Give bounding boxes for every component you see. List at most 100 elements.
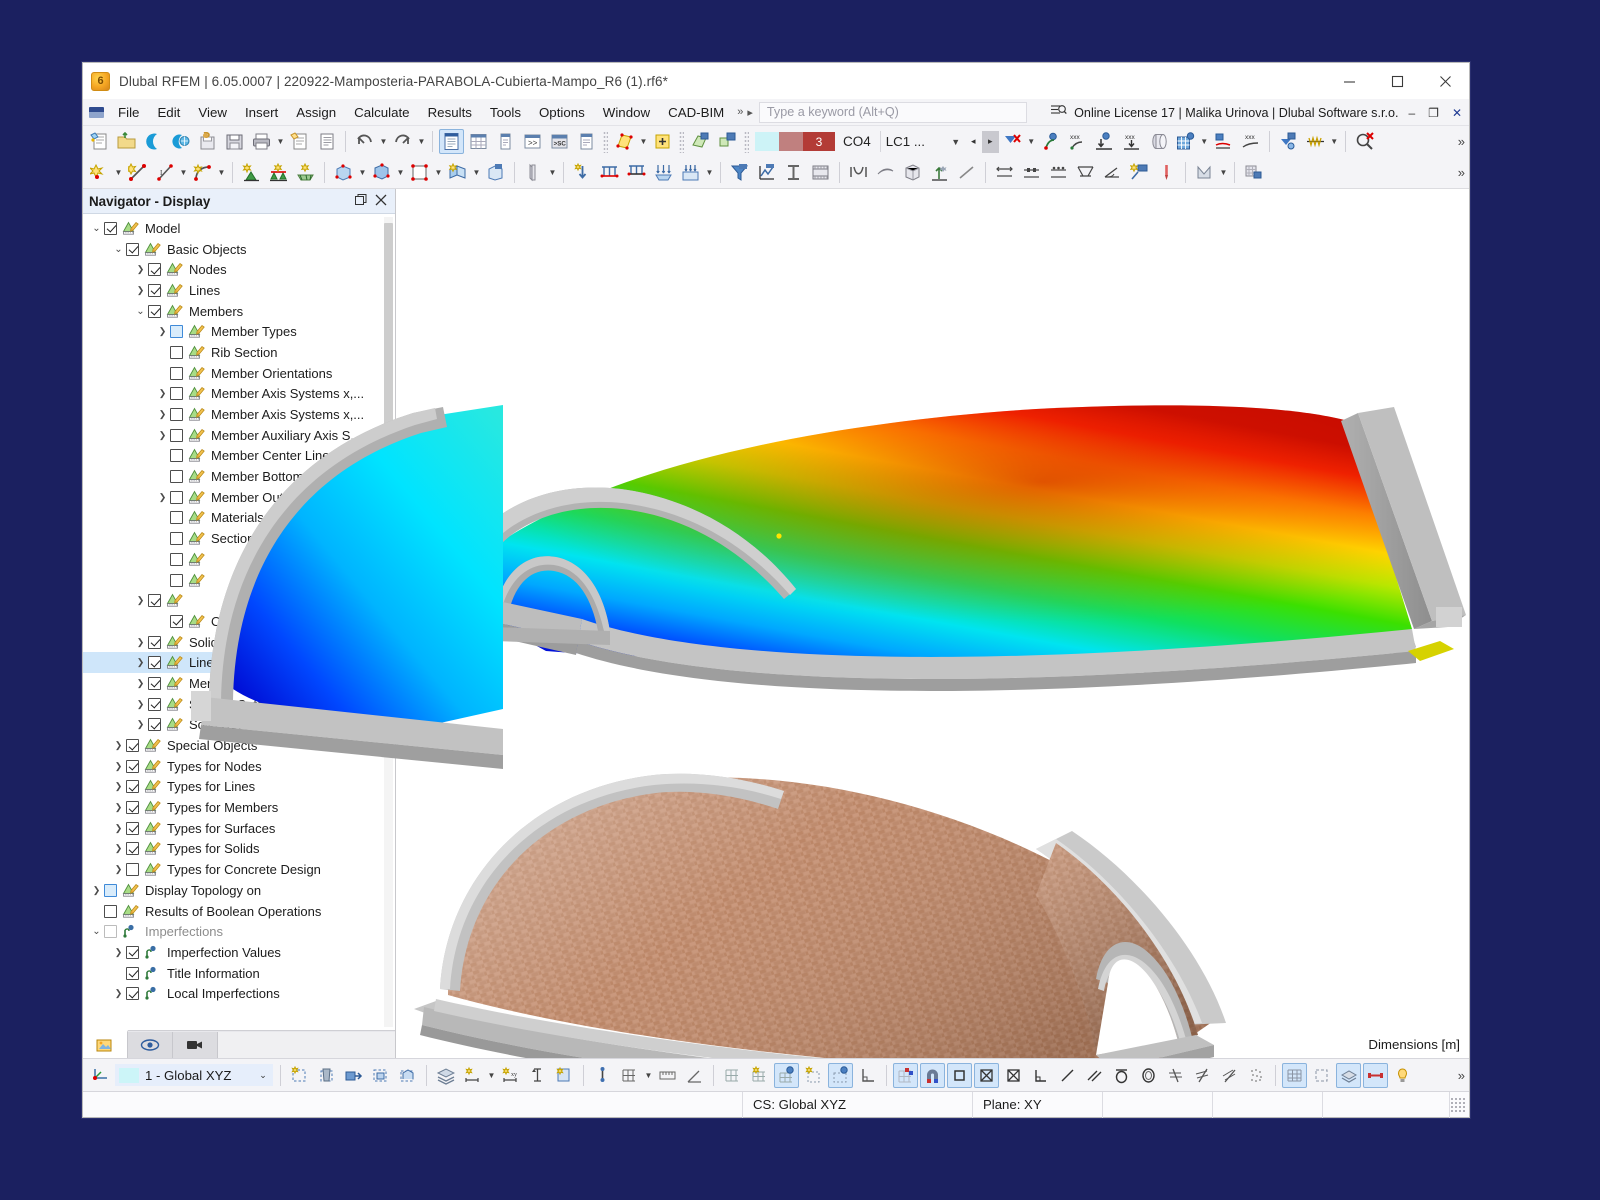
cube-icon[interactable] bbox=[900, 160, 925, 185]
dimension-dots-icon[interactable] bbox=[1046, 160, 1071, 185]
opening-dropdown-caret[interactable]: ▼ bbox=[433, 160, 444, 185]
tree-item-checkbox[interactable] bbox=[170, 325, 183, 339]
tree-item-nodes[interactable]: ❯ Nodes bbox=[83, 259, 395, 280]
menu-overflow-icon[interactable]: » ▸ bbox=[733, 106, 757, 119]
tree-item-checkbox[interactable] bbox=[104, 925, 117, 939]
undock-icon[interactable] bbox=[351, 193, 371, 209]
tree-item[interactable]: ❯ bbox=[83, 590, 395, 611]
add-object-icon[interactable] bbox=[650, 129, 675, 154]
tree-item-member-axis-systems-x[interactable]: ❯ Member Axis Systems x,... bbox=[83, 404, 395, 425]
report-icon[interactable] bbox=[314, 129, 339, 154]
views-navigator-tab[interactable] bbox=[173, 1032, 218, 1058]
dim-x-icon[interactable] bbox=[460, 1063, 485, 1088]
tree-item-checkbox[interactable] bbox=[170, 552, 183, 566]
tree-item-checkbox[interactable] bbox=[148, 594, 161, 608]
tree-item-imperfection-values[interactable]: ❯ Imperfection Values bbox=[83, 942, 395, 963]
member-icon[interactable] bbox=[445, 160, 470, 185]
value-xxx-icon-1[interactable]: xxx bbox=[1065, 129, 1090, 154]
cloud-model-icon[interactable] bbox=[168, 129, 193, 154]
section-view-bottom-icon[interactable] bbox=[395, 1063, 420, 1088]
arc-dropdown-caret[interactable]: ▼ bbox=[216, 160, 227, 185]
tree-item-checkbox[interactable] bbox=[104, 883, 117, 897]
point-snap-icon[interactable] bbox=[590, 1063, 615, 1088]
block-icon[interactable] bbox=[483, 160, 508, 185]
tree-item-checkbox[interactable] bbox=[148, 635, 161, 649]
navigator-tree[interactable]: ⌄ Model ⌄ Basic Objects ❯ Nodes ❯ Lines ⌄ Members… bbox=[83, 214, 395, 1030]
intersect-1-icon[interactable] bbox=[1163, 1063, 1188, 1088]
redo-icon[interactable] bbox=[390, 129, 415, 154]
close-icon[interactable] bbox=[1421, 63, 1469, 99]
save-icon[interactable] bbox=[222, 129, 247, 154]
display-navigator-tab[interactable] bbox=[128, 1032, 173, 1058]
chevron-right-icon[interactable]: ❯ bbox=[111, 864, 126, 875]
tree-item[interactable] bbox=[83, 570, 395, 591]
line-dropdown-caret[interactable]: ▼ bbox=[178, 160, 189, 185]
tree-item-checkbox[interactable] bbox=[148, 697, 161, 711]
tree-item-checkbox[interactable] bbox=[126, 863, 139, 877]
line-snap-icon[interactable] bbox=[1055, 1063, 1080, 1088]
menu-tools[interactable]: Tools bbox=[481, 102, 530, 123]
support-node-icon[interactable] bbox=[239, 160, 264, 185]
tree-item-member-auxiliary-axis-s[interactable]: ❯ Member Auxiliary Axis S... bbox=[83, 425, 395, 446]
open-folder-icon[interactable] bbox=[114, 129, 139, 154]
menu-insert[interactable]: Insert bbox=[236, 102, 287, 123]
delete-view-icon[interactable] bbox=[314, 1063, 339, 1088]
result-beam-icon[interactable] bbox=[1276, 129, 1301, 154]
center-snap-icon[interactable] bbox=[974, 1062, 999, 1088]
dimension-angle-icon[interactable] bbox=[1073, 160, 1098, 185]
magnet-snap-icon[interactable] bbox=[920, 1062, 945, 1088]
load-case-combo[interactable]: LC1 ... bbox=[879, 131, 947, 152]
visibility-icon[interactable] bbox=[525, 1063, 550, 1088]
deformation-dropdown-caret[interactable]: ▼ bbox=[1026, 129, 1037, 154]
tree-item-materials[interactable]: Materials bbox=[83, 508, 395, 529]
prev-case-icon[interactable]: ◂ bbox=[965, 131, 982, 153]
dimension-l-icon[interactable] bbox=[1019, 160, 1044, 185]
chevron-right-icon[interactable]: ❯ bbox=[155, 492, 170, 503]
tree-item-checkbox[interactable] bbox=[170, 345, 183, 359]
tree-item-checkbox[interactable] bbox=[170, 470, 183, 484]
tree-item-checkbox[interactable] bbox=[170, 408, 183, 422]
tree-item-types-for-nodes[interactable]: ❯ Types for Nodes bbox=[83, 756, 395, 777]
grid-active-icon[interactable] bbox=[774, 1062, 799, 1088]
apply-view-icon[interactable] bbox=[341, 1063, 366, 1088]
node-icon[interactable] bbox=[87, 160, 112, 185]
chevron-down-icon[interactable]: ⌄ bbox=[111, 244, 126, 255]
value-xxx-icon-2[interactable]: xxx bbox=[1119, 129, 1144, 154]
tree-item-checkbox[interactable] bbox=[126, 801, 139, 815]
menu-cad-bim[interactable]: CAD-BIM bbox=[659, 102, 733, 123]
member-values-icon[interactable]: xxx bbox=[1238, 129, 1263, 154]
project-navigator-tab[interactable] bbox=[83, 1030, 128, 1058]
save-as-icon[interactable] bbox=[195, 129, 220, 154]
console-icon[interactable]: >> bbox=[520, 129, 545, 154]
tree-item-checkbox[interactable] bbox=[126, 842, 139, 856]
chart-icon[interactable] bbox=[1192, 160, 1217, 185]
toolbar-row1-overflow-icon[interactable]: » bbox=[1458, 134, 1465, 149]
grid-display-icon[interactable] bbox=[720, 1063, 745, 1088]
line-icon[interactable] bbox=[125, 160, 150, 185]
thickness-icon[interactable] bbox=[521, 160, 546, 185]
tree-item-member-orientations[interactable]: Member Orientations bbox=[83, 363, 395, 384]
script-icon[interactable]: >SC bbox=[547, 129, 572, 154]
diagram-result-icon[interactable] bbox=[1211, 129, 1236, 154]
tree-item-surface-sets[interactable]: ❯ Surface Sets bbox=[83, 694, 395, 715]
parallel-snap-icon[interactable] bbox=[1082, 1063, 1107, 1088]
tree-item-checkbox[interactable] bbox=[148, 283, 161, 297]
tree-item-checkbox[interactable] bbox=[126, 966, 139, 980]
tree-item-types-for-lines[interactable]: ❯ Types for Lines bbox=[83, 777, 395, 798]
tree-item-checkbox[interactable] bbox=[170, 449, 183, 463]
grid-results-icon[interactable] bbox=[1173, 129, 1198, 154]
support-reaction-icon[interactable] bbox=[1092, 129, 1117, 154]
tree-item-checkbox[interactable] bbox=[104, 904, 117, 918]
chevron-down-icon[interactable]: ⌄ bbox=[89, 926, 104, 937]
chevron-right-icon[interactable]: ❯ bbox=[133, 285, 148, 296]
render-surface-icon[interactable] bbox=[612, 129, 637, 154]
tree-item-checkbox[interactable] bbox=[170, 387, 183, 401]
line-hinge-icon[interactable] bbox=[954, 160, 979, 185]
nodal-load-icon[interactable] bbox=[570, 160, 595, 185]
surface-load-icon[interactable] bbox=[651, 160, 676, 185]
chevron-right-icon[interactable]: ❯ bbox=[133, 657, 148, 668]
intersect-2-icon[interactable] bbox=[1190, 1063, 1215, 1088]
minimize-icon[interactable] bbox=[1325, 63, 1373, 99]
undo-icon[interactable] bbox=[352, 129, 377, 154]
tree-item-member-outlines[interactable]: ❯ Member Outlines bbox=[83, 487, 395, 508]
